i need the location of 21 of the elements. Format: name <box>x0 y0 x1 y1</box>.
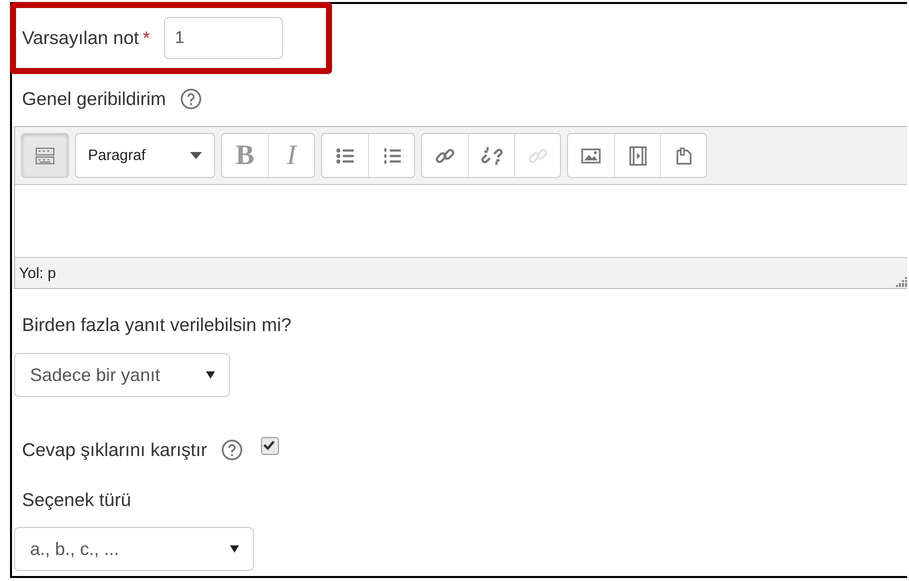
answer-mode-dropdown[interactable]: Sadece bir yanıt <box>14 353 230 397</box>
field-label: Birden fazla yanıt verilebilsin mi? <box>22 314 292 336</box>
caret-icon <box>190 152 202 159</box>
required-mark: * <box>142 28 150 48</box>
film-icon <box>626 144 648 166</box>
caret-icon <box>230 545 239 553</box>
element-path: Yol: p <box>19 264 56 282</box>
help-icon[interactable] <box>221 439 244 461</box>
field-label: Cevap şıklarını karıştır <box>22 439 208 461</box>
grade-input[interactable]: 1 <box>164 17 283 59</box>
format-dropdown[interactable]: Paragraf <box>76 134 214 177</box>
numbering-dropdown[interactable]: a., b., c., ... <box>14 527 254 571</box>
caret-icon <box>206 371 215 379</box>
checkmark-icon <box>262 438 276 452</box>
resize-grip-icon[interactable] <box>895 275 907 287</box>
field-label: Varsayılan not <box>22 27 139 49</box>
field-label: Seçenek türü <box>22 489 132 511</box>
field-label: Genel geribildirim <box>22 88 166 110</box>
help-icon[interactable] <box>180 88 202 110</box>
shuffle-checkbox[interactable] <box>261 437 280 455</box>
broken-link-icon <box>480 144 502 166</box>
